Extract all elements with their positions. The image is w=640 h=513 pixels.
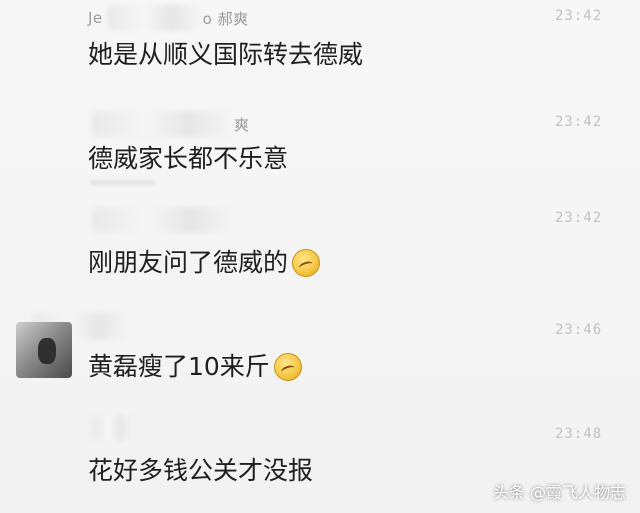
avatar[interactable] [16,322,72,378]
message-text-content: 黄磊瘦了10来斤 [88,352,270,381]
sender-name-suffix: 爽 [234,115,250,134]
watermark: 头条 @霞飞人物志 [492,483,626,502]
sender-name [88,414,136,442]
blurred-name-redaction [92,207,232,233]
sender-name: Je o 郝爽 [88,4,249,32]
message-text-content: 她是从顺义国际转去德威 [88,40,364,69]
sender-name: 爽 [88,110,250,138]
message-time: 23:42 [555,210,603,226]
message-text-content: 德威家长都不乐意 [88,144,289,173]
chat-screen: Je o 郝爽 23:42 她是从顺义国际转去德威 爽 23:42 德威家长都不… [0,0,640,513]
message-time: 23:46 [555,322,603,338]
message-text[interactable]: 刚朋友问了德威的 [88,246,321,280]
blurred-name-redaction [106,5,199,31]
message-text[interactable]: 花好多钱公关才没报 [88,454,313,488]
grimace-emoji-icon [292,249,321,277]
sender-name-suffix: o 郝爽 [202,9,249,28]
divider-line [90,180,156,186]
blurred-name-redaction [92,111,230,137]
message-time: 23:48 [555,426,603,442]
message-time: 23:42 [555,8,603,24]
sender-name [88,206,236,234]
message-text-content: 刚朋友问了德威的 [88,248,289,277]
blurred-name-redaction [92,415,132,441]
sender-name-prefix: Je [88,9,103,27]
message-text[interactable]: 黄磊瘦了10来斤 [88,350,302,384]
grimace-emoji-icon [273,353,302,381]
message-text[interactable]: 她是从顺义国际转去德威 [88,38,363,72]
message-text-content: 花好多钱公关才没报 [88,456,314,485]
message-time: 23:42 [555,114,603,130]
message-text[interactable]: 德威家长都不乐意 [88,142,288,176]
